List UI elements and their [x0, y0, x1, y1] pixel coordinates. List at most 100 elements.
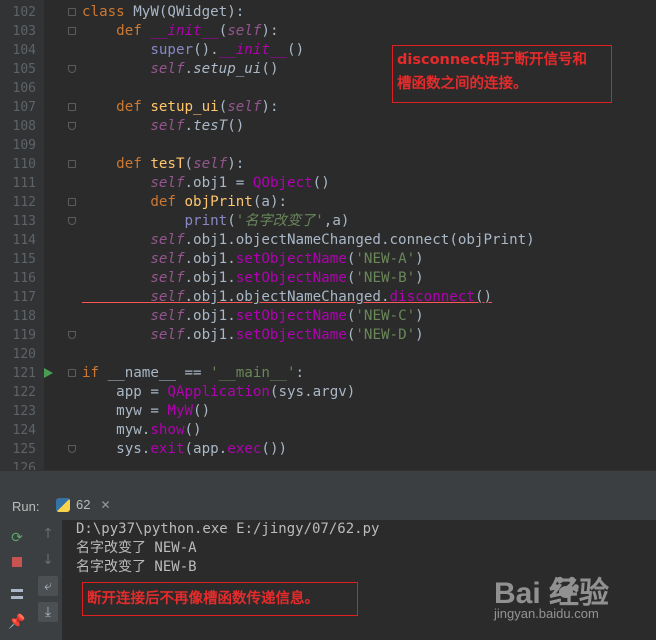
code-token: self — [150, 175, 185, 191]
callout-disconnect-note: disconnect用于断开信号和 槽函数之间的连接。 — [392, 45, 612, 103]
fold-marker-icon[interactable] — [68, 198, 76, 206]
code-token: tesT — [150, 156, 185, 172]
code-token: () — [261, 61, 279, 77]
code-token: () — [474, 289, 493, 305]
run-tab-label: 62 — [76, 497, 91, 512]
code-token: () — [193, 403, 211, 419]
code-token: (app. — [184, 441, 228, 457]
code-text: if __name__ == '__main__': — [82, 364, 304, 383]
stop-icon[interactable] — [7, 552, 27, 572]
code-token: ( — [227, 213, 236, 229]
down-arrow-icon[interactable]: ↓ — [38, 550, 58, 570]
code-line: 102 class MyW(QWidget): — [0, 3, 656, 22]
code-line: 117 self.obj1.objectNameChanged.disconne… — [0, 288, 656, 307]
code-token: self — [150, 251, 185, 267]
watermark-url: jingyan.baidu.com — [494, 606, 599, 621]
code-line: 118 self.obj1.setObjectName('NEW-C') — [0, 307, 656, 326]
code-line: 125 sys.exit(app.exec()) — [0, 440, 656, 459]
code-line: 108 self.tesT() — [0, 117, 656, 136]
code-token: QApplication — [167, 384, 270, 400]
code-token: .obj1. — [184, 270, 236, 286]
code-token: self — [150, 232, 185, 248]
soft-wrap-icon[interactable]: ⤶ — [38, 576, 58, 596]
run-tab[interactable]: 62 ✕ — [56, 497, 111, 512]
code-token: setup_ui — [193, 61, 262, 77]
code-token: ( — [218, 23, 228, 39]
pin-icon[interactable]: 📌 — [7, 612, 27, 632]
code-line: 112 def objPrint(a): — [0, 193, 656, 212]
fold-marker-icon[interactable] — [68, 65, 76, 73]
code-token: .obj1. — [184, 327, 236, 343]
code-token: myw = — [82, 403, 168, 419]
code-text: myw = MyW() — [82, 402, 210, 421]
code-token: def — [116, 99, 151, 115]
code-text: self.setup_ui() — [82, 60, 279, 79]
run-side-toolbar: ⟳ 📌 — [0, 520, 35, 640]
paw-icon — [553, 576, 579, 598]
close-tab-icon[interactable]: ✕ — [100, 498, 110, 512]
fold-marker-icon[interactable] — [68, 122, 76, 130]
fold-marker-icon[interactable] — [68, 369, 76, 377]
code-token: ( — [184, 156, 194, 172]
rerun-icon[interactable]: ⟳ — [7, 528, 27, 548]
up-arrow-icon[interactable]: ↑ — [38, 524, 58, 544]
fold-marker-icon[interactable] — [68, 445, 76, 453]
layout-icon[interactable] — [7, 584, 27, 604]
code-text: print('名字改变了',a) — [82, 212, 350, 231]
run-toolbar: Run: 62 ✕ — [0, 492, 656, 521]
code-token: setObjectName — [235, 327, 347, 343]
code-token: connect — [389, 232, 450, 248]
code-editor[interactable]: 102 class MyW(QWidget): 103 def __init__(s… — [0, 0, 656, 470]
panel-divider[interactable] — [0, 470, 656, 493]
console-line: 名字改变了 NEW-B — [76, 559, 197, 575]
code-line: 111 self.obj1 = QObject() — [0, 174, 656, 193]
code-token: ,a) — [323, 213, 350, 229]
code-text: self.obj1.setObjectName('NEW-B') — [82, 269, 424, 288]
code-text: def setup_ui(self): — [82, 98, 278, 117]
code-line: 115 self.obj1.setObjectName('NEW-A') — [0, 250, 656, 269]
callout-disconnect-result: 断开连接后不再像槽函数传递信息。 — [82, 582, 358, 616]
line-number: 118 — [12, 309, 36, 324]
line-number: 112 — [12, 195, 36, 210]
fold-marker-icon[interactable] — [68, 331, 76, 339]
fold-marker-icon[interactable] — [68, 217, 76, 225]
code-text: self.obj1.setObjectName('NEW-D') — [82, 326, 424, 345]
code-token: MyW — [167, 403, 194, 419]
code-text: self.obj1.setObjectName('NEW-A') — [82, 250, 424, 269]
code-token: exit — [150, 441, 185, 457]
code-text: app = QApplication(sys.argv) — [82, 383, 355, 402]
code-token: .obj1. — [184, 251, 236, 267]
scroll-to-end-icon[interactable]: ⤓ — [38, 602, 58, 622]
fold-marker-icon[interactable] — [68, 27, 76, 35]
code-line: 116 self.obj1.setObjectName('NEW-B') — [0, 269, 656, 288]
run-gutter-icon[interactable] — [44, 368, 53, 378]
line-number: 106 — [12, 81, 36, 96]
console-line: 名字改变了 NEW-A — [76, 540, 197, 556]
line-number: 120 — [12, 347, 36, 362]
line-number: 109 — [12, 138, 36, 153]
console-line: D:\py37\python.exe E:/jingy/07/62.py — [76, 521, 380, 537]
code-text: self.obj1.objectNameChanged.disconnect() — [82, 288, 492, 307]
fold-marker-icon[interactable] — [68, 8, 76, 16]
code-token: (). — [193, 42, 219, 58]
fold-marker-icon[interactable] — [68, 160, 76, 168]
code-line: 126 — [0, 459, 656, 470]
code-token: __name__ == — [107, 365, 211, 381]
line-number: 104 — [12, 43, 36, 58]
code-token: ) — [415, 251, 424, 267]
code-token: myw. — [82, 422, 151, 438]
fold-marker-icon[interactable] — [68, 103, 76, 111]
code-token: ) — [415, 327, 424, 343]
code-token: ) — [415, 270, 424, 286]
code-token: ): — [227, 156, 245, 172]
code-token: self — [150, 118, 185, 134]
code-token: .obj1.objectNameChanged. — [184, 289, 390, 305]
code-token: .obj1.objectNameChanged. — [184, 232, 390, 248]
